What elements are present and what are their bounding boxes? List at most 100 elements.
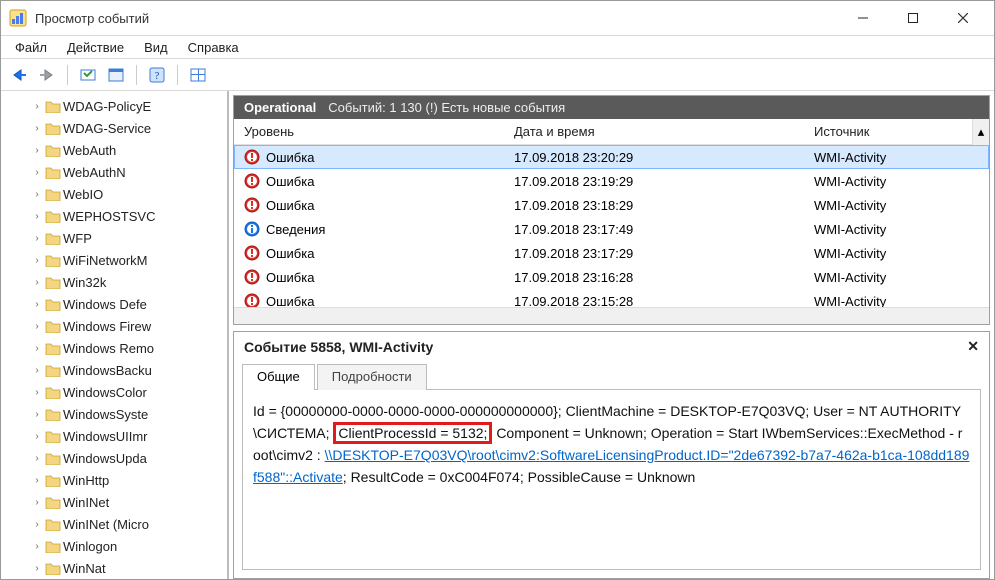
- tree-expand-icon[interactable]: ›: [31, 167, 43, 178]
- folder-icon: [45, 451, 61, 465]
- menu-action[interactable]: Действие: [59, 38, 132, 57]
- tree-item[interactable]: › WebAuth: [5, 139, 227, 161]
- tab-general[interactable]: Общие: [242, 364, 315, 390]
- tree-expand-icon[interactable]: ›: [31, 409, 43, 420]
- minimize-button[interactable]: [840, 5, 886, 31]
- tree-item[interactable]: ›WindowsSyste: [5, 403, 227, 425]
- folder-icon: [45, 165, 61, 179]
- tree-item-label: WinNat: [63, 561, 106, 576]
- folder-icon: [45, 473, 61, 487]
- event-detail-pane: Событие 5858, WMI-Activity ✕ Общие Подро…: [233, 331, 990, 579]
- table-row[interactable]: Ошибка17.09.2018 23:17:29WMI-Activity: [234, 241, 989, 265]
- detail-close-button[interactable]: ✕: [967, 338, 979, 355]
- tree-item[interactable]: ›WDAG-PolicyE: [5, 95, 227, 117]
- tree-expand-icon[interactable]: ›: [31, 519, 43, 530]
- cell-date: 17.09.2018 23:17:29: [514, 246, 633, 261]
- scroll-up-stub[interactable]: ▴: [972, 119, 989, 145]
- events-grid-title: Operational Событий: 1 130 (!) Есть новы…: [234, 96, 989, 119]
- menu-file[interactable]: Файл: [7, 38, 55, 57]
- tree-item[interactable]: ›Windows Firew: [5, 315, 227, 337]
- cell-level: Ошибка: [266, 294, 314, 308]
- folder-icon: [45, 121, 61, 135]
- maximize-button[interactable]: [890, 5, 936, 31]
- col-source[interactable]: Источник: [804, 124, 972, 139]
- tree-item-label: WebIO: [63, 187, 103, 202]
- tree-item-label: WindowsUpda: [63, 451, 147, 466]
- tree-expand-icon[interactable]: ›: [31, 563, 43, 574]
- tree-item[interactable]: › WindowsUIImr: [5, 425, 227, 447]
- tree-item[interactable]: ›WindowsColor: [5, 381, 227, 403]
- tree-expand-icon[interactable]: ›: [31, 145, 43, 156]
- tree-expand-icon[interactable]: ›: [31, 497, 43, 508]
- tree-item[interactable]: ›Windows Defe: [5, 293, 227, 315]
- properties-button[interactable]: [104, 63, 128, 87]
- cell-source: WMI-Activity: [814, 222, 886, 237]
- tree-expand-icon[interactable]: ›: [31, 387, 43, 398]
- tree-item[interactable]: ›WinHttp: [5, 469, 227, 491]
- detail-tabs: Общие Подробности: [234, 363, 989, 389]
- navigation-tree[interactable]: ›WDAG-PolicyE›WDAG-Service›WebAuth›WebAu…: [1, 91, 229, 579]
- col-date[interactable]: Дата и время: [504, 124, 804, 139]
- tree-item[interactable]: › WinNat: [5, 557, 227, 579]
- tree-item[interactable]: › WDAG-Service: [5, 117, 227, 139]
- grid-rows[interactable]: Ошибка17.09.2018 23:20:29WMI-ActivityОши…: [234, 145, 989, 307]
- tree-expand-icon[interactable]: ›: [31, 211, 43, 222]
- tree-expand-icon[interactable]: ›: [31, 365, 43, 376]
- tab-details[interactable]: Подробности: [317, 364, 427, 390]
- grid-horizontal-scrollbar[interactable]: [234, 307, 989, 324]
- tree-item-label: WebAuth: [63, 143, 116, 158]
- folder-icon: [45, 231, 61, 245]
- tree-expand-icon[interactable]: ›: [31, 541, 43, 552]
- menu-view[interactable]: Вид: [136, 38, 176, 57]
- cell-level: Ошибка: [266, 150, 314, 165]
- tree-item[interactable]: ›WindowsBacku: [5, 359, 227, 381]
- tree-item[interactable]: ›WiFiNetworkM: [5, 249, 227, 271]
- tree-expand-icon[interactable]: ›: [31, 233, 43, 244]
- tree-item[interactable]: ›Windows Remo: [5, 337, 227, 359]
- nav-back-button[interactable]: [7, 63, 31, 87]
- toolbar-separator: [177, 65, 178, 85]
- view-mode-button[interactable]: [186, 63, 210, 87]
- help-button[interactable]: ?: [145, 63, 169, 87]
- menu-help[interactable]: Справка: [180, 38, 247, 57]
- table-row[interactable]: Ошибка17.09.2018 23:16:28WMI-Activity: [234, 265, 989, 289]
- tree-item[interactable]: › WebIO: [5, 183, 227, 205]
- tree-expand-icon[interactable]: ›: [31, 453, 43, 464]
- tree-expand-icon[interactable]: ›: [31, 277, 43, 288]
- tree-expand-icon[interactable]: ›: [31, 475, 43, 486]
- tree-item[interactable]: ›WinINet (Micro: [5, 513, 227, 535]
- table-row[interactable]: Ошибка17.09.2018 23:19:29WMI-Activity: [234, 169, 989, 193]
- folder-icon: [45, 385, 61, 399]
- tree-item[interactable]: › WindowsUpda: [5, 447, 227, 469]
- nav-forward-button[interactable]: [35, 63, 59, 87]
- col-level[interactable]: Уровень: [234, 124, 504, 139]
- log-name: Operational: [244, 100, 316, 115]
- tree-item-label: WindowsUIImr: [63, 429, 148, 444]
- table-row[interactable]: Ошибка17.09.2018 23:20:29WMI-Activity: [234, 145, 989, 169]
- tree-expand-icon[interactable]: ›: [31, 431, 43, 442]
- tree-expand-icon[interactable]: ›: [31, 343, 43, 354]
- folder-icon: [45, 363, 61, 377]
- table-row[interactable]: Сведения17.09.2018 23:17:49WMI-Activity: [234, 217, 989, 241]
- tree-expand-icon[interactable]: ›: [31, 255, 43, 266]
- tree-expand-icon[interactable]: ›: [31, 101, 43, 112]
- folder-icon: [45, 539, 61, 553]
- info-icon: [244, 221, 260, 237]
- close-button[interactable]: [940, 5, 986, 31]
- tree-item[interactable]: ›WEPHOSTSVC: [5, 205, 227, 227]
- table-row[interactable]: Ошибка17.09.2018 23:15:28WMI-Activity: [234, 289, 989, 307]
- tree-expand-icon[interactable]: ›: [31, 321, 43, 332]
- tree-item[interactable]: ›WFP: [5, 227, 227, 249]
- show-tree-button[interactable]: [76, 63, 100, 87]
- table-row[interactable]: Ошибка17.09.2018 23:18:29WMI-Activity: [234, 193, 989, 217]
- main-panel: Operational Событий: 1 130 (!) Есть новы…: [229, 91, 994, 579]
- tree-item-label: WDAG-Service: [63, 121, 151, 136]
- tree-item[interactable]: ›Win32k: [5, 271, 227, 293]
- tree-expand-icon[interactable]: ›: [31, 123, 43, 134]
- tree-item[interactable]: ›WebAuthN: [5, 161, 227, 183]
- grid-header-row[interactable]: Уровень Дата и время Источник ▴: [234, 119, 989, 145]
- tree-item[interactable]: ›WinINet: [5, 491, 227, 513]
- tree-item[interactable]: ›Winlogon: [5, 535, 227, 557]
- tree-expand-icon[interactable]: ›: [31, 189, 43, 200]
- tree-expand-icon[interactable]: ›: [31, 299, 43, 310]
